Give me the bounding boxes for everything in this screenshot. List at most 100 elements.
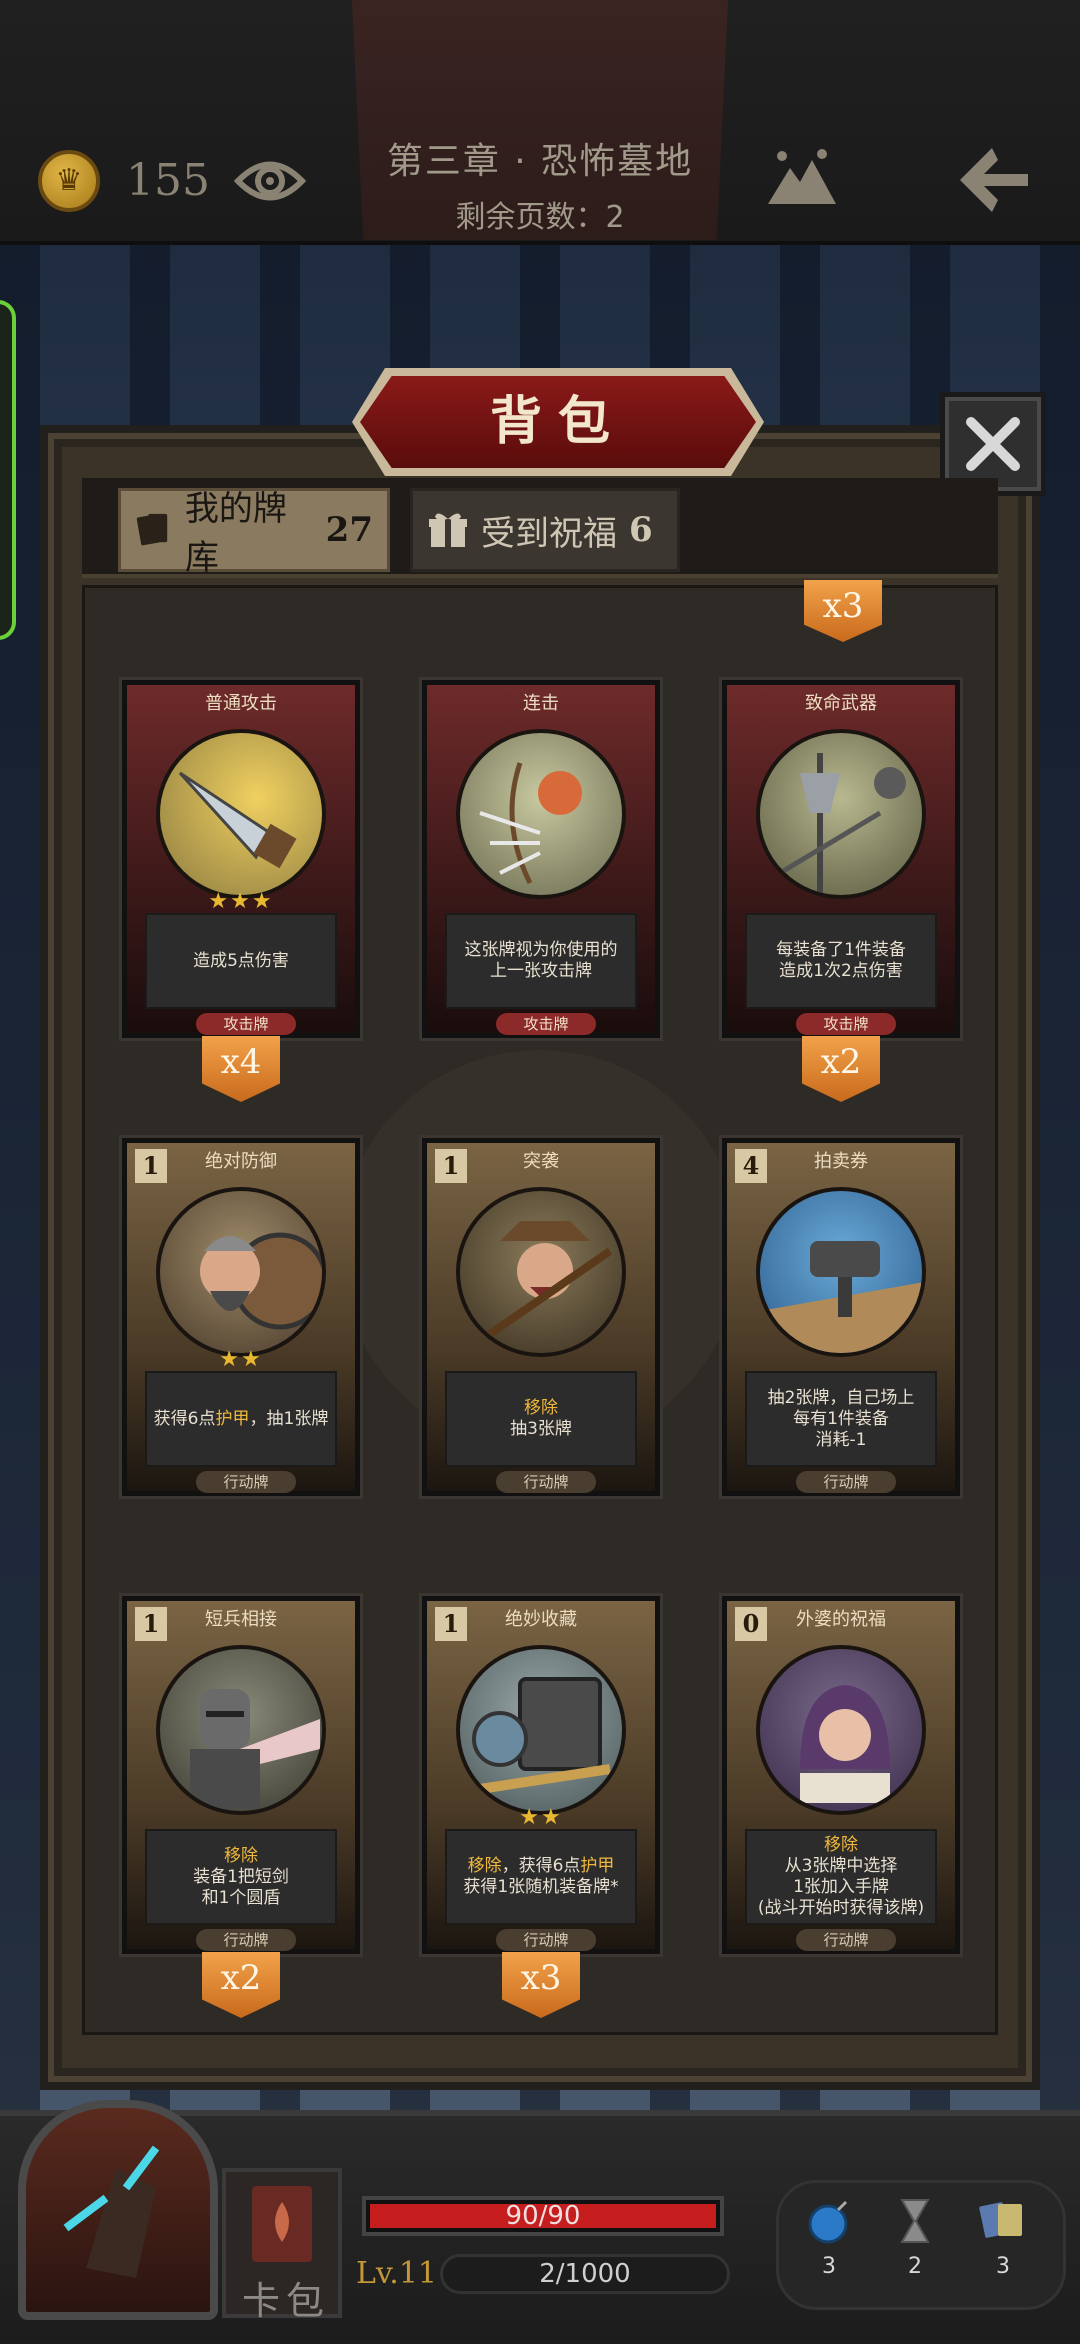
item-slot-hourglass[interactable]: 2	[880, 2196, 950, 2279]
card-desc-line: 装备1把短剑	[193, 1866, 289, 1887]
tab-blessings[interactable]: 受到祝福 6	[410, 488, 680, 572]
panel-title: 背包	[489, 392, 626, 452]
map-mountain-icon[interactable]	[766, 146, 838, 208]
hero-icon	[63, 2145, 160, 2278]
card-desc-line: 造成5点伤害	[193, 950, 289, 971]
item-count: 3	[822, 2254, 836, 2279]
card-name: 连击	[523, 693, 559, 714]
card-name: 致命武器	[805, 693, 877, 714]
card-raid[interactable]: 1 突袭 移除 抽3张牌 行动牌	[422, 1138, 660, 1496]
hero-portrait[interactable]	[18, 2100, 218, 2320]
side-tab-edge[interactable]	[0, 300, 16, 640]
card-grandma-blessing[interactable]: 0 外婆的祝福 移除 从3张牌中选择 1张加入手牌 (战斗开始时获得该牌) 行动…	[722, 1596, 960, 1954]
cards-icon	[979, 2202, 1022, 2238]
gift-icon	[429, 513, 467, 547]
crown-coin-icon: ♛	[38, 150, 100, 212]
card-combo[interactable]: 连击 这张牌视为你使用的 上一张攻击牌 攻击牌	[422, 680, 660, 1038]
hourglass-icon	[900, 2199, 930, 2243]
card-pack-label: 卡包	[241, 2279, 330, 2323]
item-count: 2	[908, 2254, 922, 2279]
archer-art	[456, 729, 626, 899]
item-slot-cards[interactable]: 3	[968, 2196, 1038, 2279]
book-flame-icon	[252, 2186, 312, 2262]
card-type: 行动牌	[796, 1929, 896, 1951]
count-badge-label: x3	[822, 586, 864, 626]
card-desc-line: 这张牌视为你使用的	[464, 940, 618, 960]
card-description: 抽2张牌，自己场上 每有1件装备 消耗-1	[745, 1371, 937, 1467]
item-slot-bomb[interactable]: 3	[794, 2196, 864, 2279]
card-type: 行动牌	[496, 1471, 596, 1493]
card-type: 行动牌	[196, 1471, 296, 1493]
card-description: 移除 装备1把短剑 和1个圆盾	[145, 1829, 337, 1925]
card-name: 短兵相接	[205, 1609, 277, 1630]
cards-icon	[136, 513, 168, 546]
card-name: 外婆的祝福	[796, 1609, 886, 1630]
card-desc-line: 移除，获得6点护甲	[467, 1856, 615, 1876]
card-name: 普通攻击	[205, 693, 277, 714]
tab-blessings-count: 6	[629, 510, 653, 550]
tab-my-deck-count: 27	[325, 510, 373, 550]
card-keyword: 移除	[824, 1835, 858, 1855]
card-type: 攻击牌	[196, 1013, 296, 1035]
card-name: 绝对防御	[205, 1151, 277, 1172]
card-description: 造成5点伤害	[145, 913, 337, 1009]
weapons-art	[756, 729, 926, 899]
card-desc-line: 获得6点护甲，抽1张牌	[153, 1408, 329, 1429]
back-arrow-icon[interactable]	[956, 144, 1032, 216]
card-desc-line: (战斗开始时获得该牌)	[757, 1898, 925, 1918]
gavel-art	[756, 1187, 926, 1357]
chapter-title: 第三章 · 恐怖墓地	[386, 141, 694, 182]
bomb-icon	[808, 2200, 848, 2244]
player-level: Lv.11	[356, 2256, 438, 2291]
count-badge-label: x4	[220, 1042, 262, 1082]
card-type: 行动牌	[796, 1471, 896, 1493]
close-icon	[966, 417, 1020, 471]
card-description: 获得6点护甲，抽1张牌	[145, 1371, 337, 1467]
treasure-art	[456, 1645, 626, 1815]
card-absolute-defense[interactable]: 1 绝对防御 ★★ 获得6点护甲，抽1张牌 行动牌	[122, 1138, 360, 1496]
item-count: 3	[996, 2254, 1010, 2279]
card-stars: ★★	[219, 1347, 263, 1372]
dwarf-art	[156, 1187, 326, 1357]
card-desc-line: 1张加入手牌	[793, 1877, 889, 1897]
tab-my-deck[interactable]: 我的牌库 27	[118, 488, 390, 578]
card-type: 攻击牌	[496, 1013, 596, 1035]
tab-blessings-label: 受到祝福	[481, 513, 617, 554]
card-type: 行动牌	[196, 1929, 296, 1951]
card-auction-coupon[interactable]: 4 拍卖券 抽2张牌，自己场上 每有1件装备 消耗-1 行动牌	[722, 1138, 960, 1496]
card-description: 这张牌视为你使用的 上一张攻击牌	[445, 913, 637, 1009]
sword-art	[156, 729, 326, 899]
card-desc-line: 消耗-1	[815, 1429, 867, 1450]
card-desc-line: 抽3张牌	[510, 1419, 572, 1439]
coin-count: 155	[126, 155, 210, 206]
card-stars: ★★	[519, 1805, 563, 1830]
card-keyword: 移除	[224, 1845, 258, 1866]
card-deadly-weapon[interactable]: 致命武器 每装备了1件装备 造成1次2点伤害 攻击牌	[722, 680, 960, 1038]
card-wonderful-collection[interactable]: 1 绝妙收藏 ★★ 移除，获得6点护甲 获得1张随机装备牌* 行动牌	[422, 1596, 660, 1954]
card-keyword: 移除	[524, 1398, 558, 1418]
card-desc-line: 和1个圆盾	[201, 1887, 281, 1908]
knight-art	[156, 1645, 326, 1815]
tab-my-deck-label: 我的牌库	[184, 489, 287, 578]
card-stars: ★★★	[208, 889, 274, 914]
card-normal-attack[interactable]: 普通攻击 ★★★ 造成5点伤害 攻击牌	[122, 680, 360, 1038]
pages-left: 剩余页数：2	[455, 200, 625, 235]
hp-text: 90/90	[505, 2201, 581, 2231]
card-description: 每装备了1件装备 造成1次2点伤害	[745, 913, 937, 1009]
card-desc-line: 从3张牌中选择	[784, 1856, 898, 1876]
card-type: 攻击牌	[796, 1013, 896, 1035]
card-desc-line: 每装备了1件装备	[776, 940, 906, 960]
grandma-art	[756, 1645, 926, 1815]
count-badge-label: x2	[820, 1042, 862, 1082]
bandit-art	[456, 1187, 626, 1357]
xp-text: 2/1000	[539, 2259, 631, 2289]
eye-icon[interactable]	[234, 152, 306, 210]
card-description: 移除 从3张牌中选择 1张加入手牌 (战斗开始时获得该牌)	[745, 1829, 937, 1925]
card-desc-line: 上一张攻击牌	[490, 961, 592, 981]
card-close-combat[interactable]: 1 短兵相接 移除 装备1把短剑 和1个圆盾 行动牌	[122, 1596, 360, 1954]
card-name: 突袭	[523, 1151, 559, 1172]
card-description: 移除，获得6点护甲 获得1张随机装备牌*	[445, 1829, 637, 1925]
card-desc-line: 每有1件装备	[793, 1408, 889, 1429]
card-desc-line: 造成1次2点伤害	[779, 961, 903, 981]
count-badge-label: x2	[220, 1958, 262, 1998]
